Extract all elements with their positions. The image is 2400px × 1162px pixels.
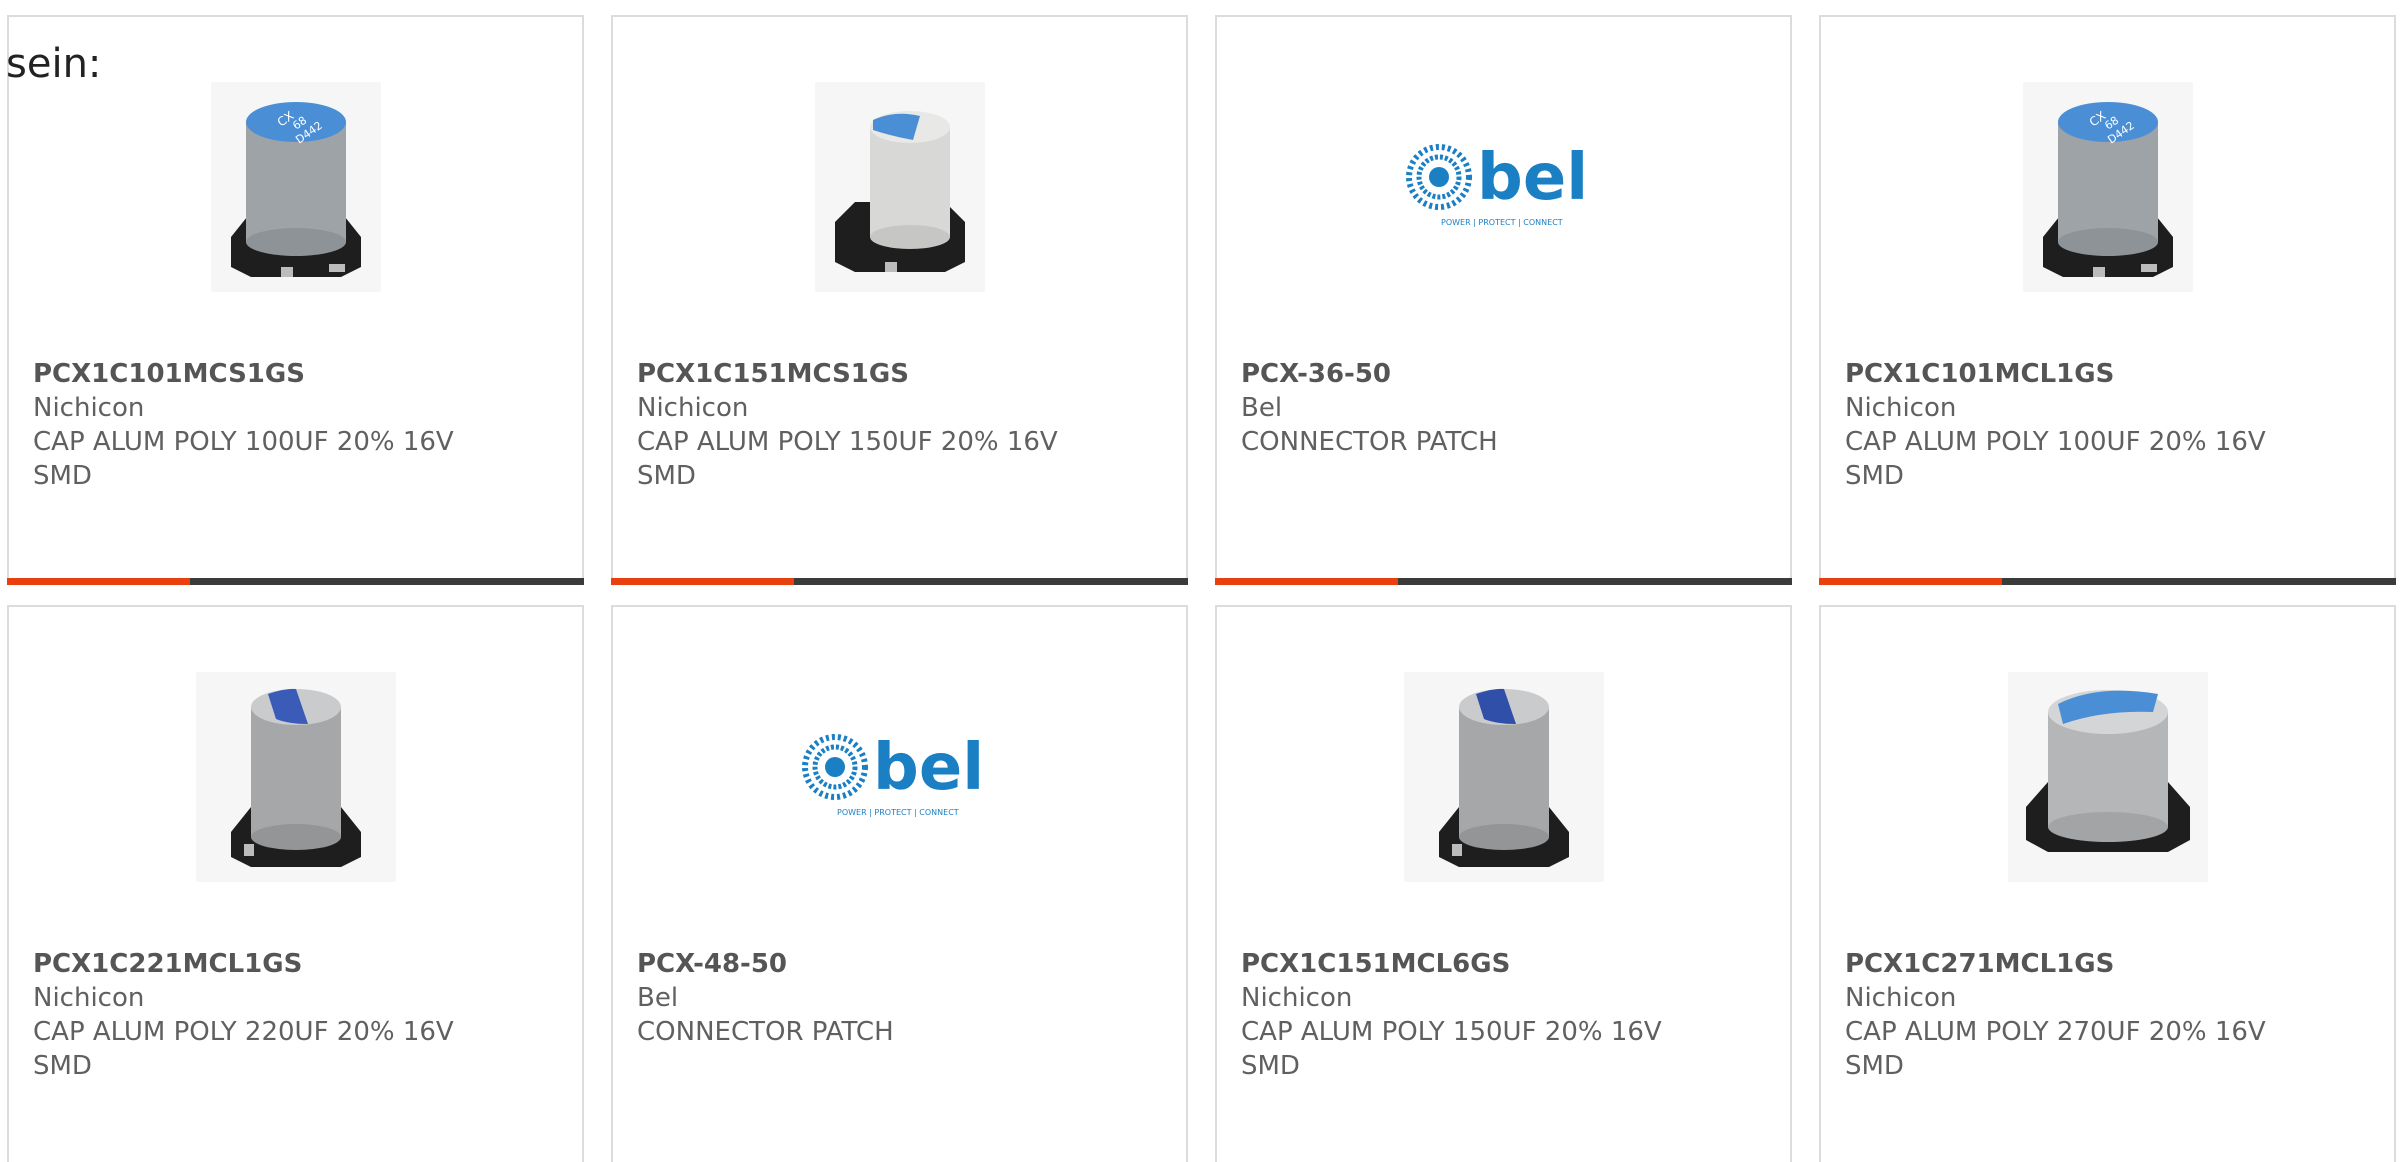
product-image[interactable]: [613, 82, 1186, 292]
part-number[interactable]: PCX1C101MCS1GS: [33, 357, 553, 391]
product-description: CAP ALUM POLY 150UF 20% 16V SMD: [637, 427, 1058, 491]
product-card[interactable]: PCX1C151MCL6GS Nichicon CAP ALUM POLY 15…: [1215, 605, 1792, 1162]
manufacturer: Nichicon: [33, 393, 145, 423]
bel-logo: bel POWER | PROTECT | CONNECT: [801, 731, 984, 817]
bel-wordmark: bel: [873, 731, 984, 805]
capacitor-image: CX 68 D442: [210, 82, 381, 292]
product-image[interactable]: [1821, 672, 2394, 882]
bel-logo: bel POWER | PROTECT | CONNECT: [1405, 141, 1588, 227]
capacitor-image: [814, 82, 985, 292]
product-description: CAP ALUM POLY 220UF 20% 16V SMD: [33, 1017, 454, 1081]
card-accent-bar: [1819, 578, 2002, 585]
bel-wordmark: bel: [1477, 141, 1588, 215]
part-number[interactable]: PCX1C221MCL1GS: [33, 947, 553, 981]
product-info: PCX1C271MCL1GS Nichicon CAP ALUM POLY 27…: [1845, 947, 2365, 1083]
capacitor-image: [1403, 672, 1604, 882]
bel-tagline: POWER | PROTECT | CONNECT: [1441, 218, 1563, 227]
card-bottom-bar: [1215, 578, 1792, 585]
manufacturer: Nichicon: [33, 983, 145, 1013]
manufacturer: Bel: [1241, 393, 1283, 423]
product-info: PCX1C151MCS1GS Nichicon CAP ALUM POLY 15…: [637, 357, 1157, 493]
section-label: sein:: [6, 41, 102, 87]
capacitor-image: CX 68 D442: [2022, 82, 2193, 292]
product-description: CAP ALUM POLY 100UF 20% 16V SMD: [33, 427, 454, 491]
product-description: CAP ALUM POLY 100UF 20% 16V SMD: [1845, 427, 2266, 491]
product-card[interactable]: PCX1C271MCL1GS Nichicon CAP ALUM POLY 27…: [1819, 605, 2396, 1162]
card-accent-bar: [7, 578, 190, 585]
manufacturer: Nichicon: [1845, 983, 1957, 1013]
product-card[interactable]: CX 68 D442 PCX1C101MCS1GS Nichicon CAP A…: [7, 15, 584, 585]
manufacturer: Nichicon: [637, 393, 749, 423]
manufacturer: Bel: [637, 983, 679, 1013]
capacitor-image: [2007, 672, 2208, 882]
product-info: PCX1C151MCL6GS Nichicon CAP ALUM POLY 15…: [1241, 947, 1761, 1083]
product-image[interactable]: [1217, 672, 1790, 882]
product-card[interactable]: bel POWER | PROTECT | CONNECT PCX-36-50 …: [1215, 15, 1792, 585]
product-description: CONNECTOR PATCH: [637, 1017, 894, 1047]
part-number[interactable]: PCX-48-50: [637, 947, 1157, 981]
product-info: PCX1C101MCS1GS Nichicon CAP ALUM POLY 10…: [33, 357, 553, 493]
product-image[interactable]: bel POWER | PROTECT | CONNECT: [1217, 82, 1790, 292]
manufacturer: Nichicon: [1241, 983, 1353, 1013]
manufacturer: Nichicon: [1845, 393, 1957, 423]
card-bottom-bar: [7, 578, 584, 585]
part-number[interactable]: PCX1C151MCS1GS: [637, 357, 1157, 391]
part-number[interactable]: PCX1C271MCL1GS: [1845, 947, 2365, 981]
product-info: PCX1C221MCL1GS Nichicon CAP ALUM POLY 22…: [33, 947, 553, 1083]
product-card[interactable]: CX 68 D442 PCX1C101MCL1GS Nichicon CAP A…: [1819, 15, 2396, 585]
product-description: CAP ALUM POLY 150UF 20% 16V SMD: [1241, 1017, 1662, 1081]
product-image[interactable]: bel POWER | PROTECT | CONNECT: [613, 672, 1186, 882]
product-description: CONNECTOR PATCH: [1241, 427, 1498, 457]
product-image[interactable]: CX 68 D442: [1821, 82, 2394, 292]
card-bottom-bar: [1819, 578, 2396, 585]
card-accent-bar: [611, 578, 794, 585]
card-accent-bar: [1215, 578, 1398, 585]
part-number[interactable]: PCX1C151MCL6GS: [1241, 947, 1761, 981]
capacitor-image: [195, 672, 396, 882]
product-grid-page: sein: CX 68 D442 PCX1C101MCS1GS Nichicon…: [0, 0, 2400, 1162]
product-info: PCX1C101MCL1GS Nichicon CAP ALUM POLY 10…: [1845, 357, 2365, 493]
product-image[interactable]: CX 68 D442: [9, 82, 582, 292]
product-info: PCX-36-50 Bel CONNECTOR PATCH: [1241, 357, 1761, 459]
part-number[interactable]: PCX1C101MCL1GS: [1845, 357, 2365, 391]
card-bottom-bar: [611, 578, 1188, 585]
product-description: CAP ALUM POLY 270UF 20% 16V SMD: [1845, 1017, 2266, 1081]
product-card[interactable]: PCX1C221MCL1GS Nichicon CAP ALUM POLY 22…: [7, 605, 584, 1162]
product-card[interactable]: bel POWER | PROTECT | CONNECT PCX-48-50 …: [611, 605, 1188, 1162]
bel-tagline: POWER | PROTECT | CONNECT: [837, 808, 959, 817]
product-image[interactable]: [9, 672, 582, 882]
product-card[interactable]: PCX1C151MCS1GS Nichicon CAP ALUM POLY 15…: [611, 15, 1188, 585]
part-number[interactable]: PCX-36-50: [1241, 357, 1761, 391]
product-info: PCX-48-50 Bel CONNECTOR PATCH: [637, 947, 1157, 1049]
